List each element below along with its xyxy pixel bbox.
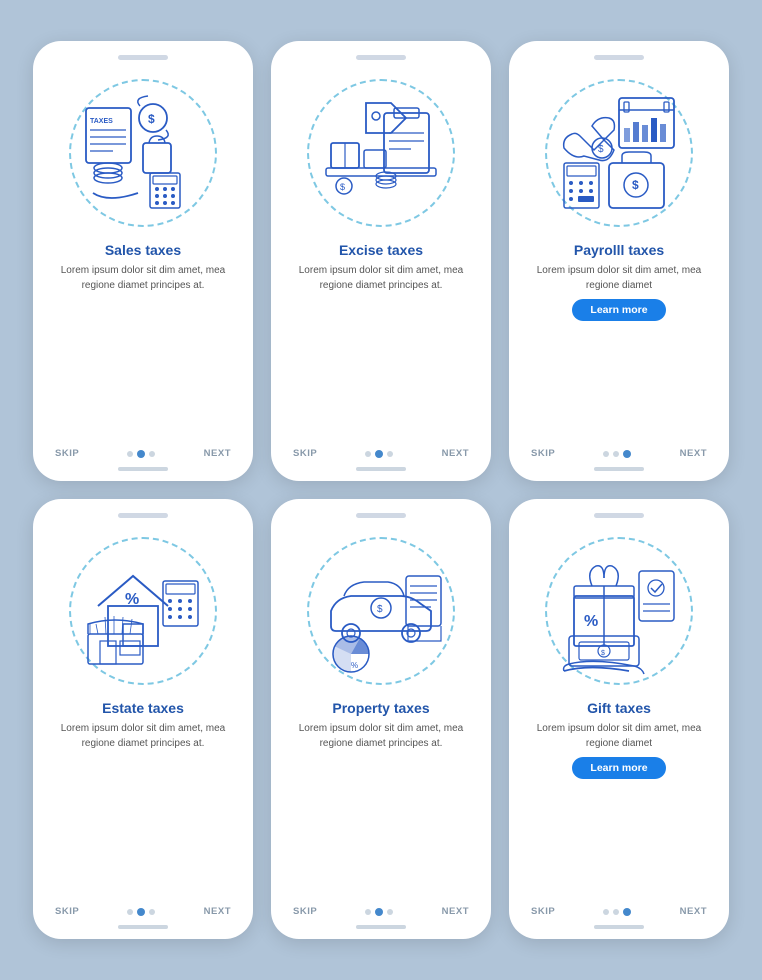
next-button[interactable]: NEXT <box>442 448 469 459</box>
card-footer: SKIP NEXT <box>285 906 477 917</box>
card-gift-taxes: % $ Gift taxes Lorem ipsum dolor sit dim… <box>509 499 729 939</box>
card-title: Excise taxes <box>339 242 423 258</box>
next-button[interactable]: NEXT <box>680 906 707 917</box>
pagination-dots <box>365 908 393 916</box>
dot-3 <box>387 451 393 457</box>
svg-text:%: % <box>584 613 598 630</box>
card-body: Lorem ipsum dolor sit dim amet, mea regi… <box>47 264 239 293</box>
card-footer: SKIP NEXT <box>523 906 715 917</box>
skip-button[interactable]: SKIP <box>293 906 317 917</box>
learn-more-button[interactable]: Learn more <box>572 299 665 321</box>
next-button[interactable]: NEXT <box>442 906 469 917</box>
next-button[interactable]: NEXT <box>680 448 707 459</box>
pagination-dots <box>127 450 155 458</box>
illustration-sales: TAXES $ <box>53 68 233 238</box>
card-body: Lorem ipsum dolor sit dim amet, mea regi… <box>285 264 477 293</box>
cards-grid: TAXES $ <box>13 21 749 959</box>
skip-button[interactable]: SKIP <box>531 906 555 917</box>
pagination-dots <box>603 908 631 916</box>
dot-2 <box>375 450 383 458</box>
bottom-bar <box>594 467 644 471</box>
card-title: Payrolll taxes <box>574 242 664 258</box>
dot-2 <box>613 909 619 915</box>
skip-button[interactable]: SKIP <box>55 906 79 917</box>
illustration-excise: $ <box>291 68 471 238</box>
dot-1 <box>365 909 371 915</box>
card-sales-taxes: TAXES $ <box>33 41 253 481</box>
dot-1 <box>603 909 609 915</box>
phone-notch <box>356 513 406 518</box>
bottom-bar <box>118 925 168 929</box>
pagination-dots <box>365 450 393 458</box>
card-title: Sales taxes <box>105 242 181 258</box>
next-button[interactable]: NEXT <box>204 448 231 459</box>
dot-1 <box>603 451 609 457</box>
learn-more-button[interactable]: Learn more <box>572 757 665 779</box>
bottom-bar <box>594 925 644 929</box>
excise-icon: $ <box>316 88 446 218</box>
dot-2 <box>375 908 383 916</box>
card-payroll-taxes: $ $ Payrolll taxes Lorem ipsum dolor sit… <box>509 41 729 481</box>
card-title: Gift taxes <box>587 700 651 716</box>
svg-text:$: $ <box>598 144 604 155</box>
dot-2 <box>613 451 619 457</box>
card-footer: SKIP NEXT <box>523 448 715 459</box>
svg-text:$: $ <box>340 182 345 192</box>
dot-1 <box>127 909 133 915</box>
illustration-gift: % $ <box>529 526 709 696</box>
svg-text:$: $ <box>632 178 639 192</box>
dot-3 <box>387 909 393 915</box>
svg-text:$: $ <box>601 650 605 657</box>
pagination-dots <box>127 908 155 916</box>
dot-3 <box>623 450 631 458</box>
phone-notch <box>594 55 644 60</box>
svg-text:%: % <box>125 591 139 608</box>
card-body: Lorem ipsum dolor sit dim amet, mea regi… <box>285 722 477 751</box>
card-footer: SKIP NEXT <box>47 448 239 459</box>
illustration-estate: % <box>53 526 233 696</box>
dot-1 <box>365 451 371 457</box>
card-title: Estate taxes <box>102 700 184 716</box>
card-property-taxes: $ % Property taxes Lorem ipsum dolor sit… <box>271 499 491 939</box>
svg-text:TAXES: TAXES <box>90 118 113 125</box>
card-title: Property taxes <box>332 700 429 716</box>
card-estate-taxes: % <box>33 499 253 939</box>
dot-3 <box>149 451 155 457</box>
card-footer: SKIP NEXT <box>285 448 477 459</box>
dot-2 <box>137 908 145 916</box>
estate-icon: % <box>78 546 208 676</box>
phone-notch <box>356 55 406 60</box>
svg-text:$: $ <box>148 112 155 126</box>
dot-3 <box>623 908 631 916</box>
bottom-bar <box>356 467 406 471</box>
next-button[interactable]: NEXT <box>204 906 231 917</box>
dot-1 <box>127 451 133 457</box>
skip-button[interactable]: SKIP <box>55 448 79 459</box>
card-body: Lorem ipsum dolor sit dim amet, mea regi… <box>523 264 715 293</box>
illustration-property: $ % <box>291 526 471 696</box>
card-excise-taxes: $ Excise taxes Lorem ipsum dolor sit dim… <box>271 41 491 481</box>
phone-notch <box>594 513 644 518</box>
dot-3 <box>149 909 155 915</box>
card-footer: SKIP NEXT <box>47 906 239 917</box>
svg-text:%: % <box>351 661 358 670</box>
dot-2 <box>137 450 145 458</box>
gift-icon: % $ <box>554 546 684 676</box>
sales-icon: TAXES $ <box>78 88 208 218</box>
bottom-bar <box>118 467 168 471</box>
illustration-payroll: $ $ <box>529 68 709 238</box>
phone-notch <box>118 513 168 518</box>
property-icon: $ % <box>316 546 446 676</box>
skip-button[interactable]: SKIP <box>293 448 317 459</box>
svg-text:$: $ <box>377 604 383 615</box>
skip-button[interactable]: SKIP <box>531 448 555 459</box>
payroll-icon: $ $ <box>554 88 684 218</box>
bottom-bar <box>356 925 406 929</box>
card-body: Lorem ipsum dolor sit dim amet, mea regi… <box>47 722 239 751</box>
card-body: Lorem ipsum dolor sit dim amet, mea regi… <box>523 722 715 751</box>
pagination-dots <box>603 450 631 458</box>
phone-notch <box>118 55 168 60</box>
